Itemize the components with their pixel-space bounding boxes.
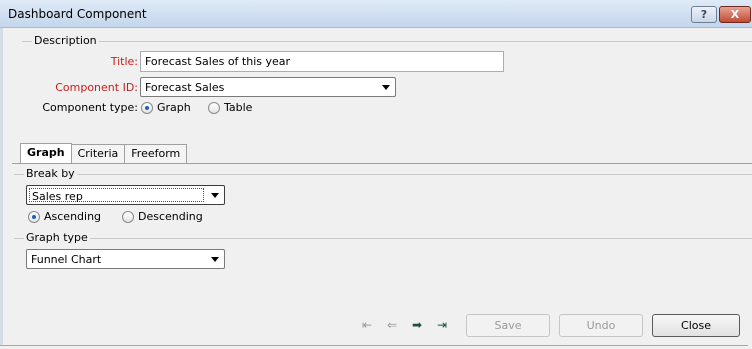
break-by-group-label: Break by — [24, 167, 77, 180]
break-by-group-rule — [14, 174, 752, 175]
break-by-value: Sales rep — [29, 188, 204, 203]
sort-ascending-label: Ascending — [44, 210, 102, 223]
window-bottom-border — [0, 345, 748, 346]
title-label: Title: — [110, 55, 138, 68]
title-bar: Dashboard Component ? X — [0, 0, 752, 28]
tab-panel-border — [12, 163, 752, 164]
break-by-select[interactable]: Sales rep — [26, 185, 225, 205]
title-input[interactable]: Forecast Sales of this year — [140, 51, 504, 72]
tab-criteria[interactable]: Criteria — [70, 144, 126, 163]
graph-type-value: Funnel Chart — [31, 253, 102, 266]
window-title: Dashboard Component — [8, 7, 147, 21]
component-id-value: Forecast Sales — [145, 81, 225, 94]
radio-unselected-icon — [208, 101, 220, 114]
component-type-table-label: Table — [224, 101, 253, 114]
first-record-icon[interactable]: ⇤ — [359, 318, 375, 332]
dashboard-component-dialog: Dashboard Component ? X Description Titl… — [0, 0, 752, 349]
graph-type-select[interactable]: Funnel Chart — [26, 249, 225, 269]
description-group-rule — [22, 41, 752, 42]
next-record-icon[interactable]: ➡ — [409, 318, 425, 332]
sort-descending-radio[interactable]: Descending — [122, 210, 203, 223]
graph-type-group-label: Graph type — [24, 231, 90, 244]
description-group-label: Description — [32, 34, 99, 47]
previous-record-icon[interactable]: ⇐ — [384, 318, 400, 332]
close-button[interactable]: Close — [652, 314, 740, 337]
graph-type-group-rule — [14, 238, 752, 239]
chevron-down-icon — [382, 85, 390, 90]
component-id-select[interactable]: Forecast Sales — [140, 77, 396, 97]
component-type-graph-label: Graph — [157, 101, 191, 114]
window-border — [0, 28, 3, 345]
chevron-down-icon — [211, 193, 219, 198]
save-button[interactable]: Save — [466, 314, 550, 337]
radio-unselected-icon — [122, 210, 134, 223]
window-close-button[interactable]: X — [719, 6, 751, 23]
tab-graph[interactable]: Graph — [20, 143, 72, 163]
component-id-label: Component ID: — [55, 81, 138, 94]
radio-selected-icon — [141, 101, 153, 114]
sort-descending-label: Descending — [138, 210, 203, 223]
tab-freeform[interactable]: Freeform — [124, 144, 188, 163]
component-type-label: Component type: — [42, 101, 138, 114]
tab-strip: Graph Criteria Freeform — [20, 143, 188, 163]
chevron-down-icon — [211, 257, 219, 262]
undo-button[interactable]: Undo — [559, 314, 643, 337]
component-type-table-radio[interactable]: Table — [208, 101, 252, 114]
sort-ascending-radio[interactable]: Ascending — [28, 210, 101, 223]
radio-selected-icon — [28, 210, 40, 223]
help-button[interactable]: ? — [691, 6, 717, 23]
last-record-icon[interactable]: ⇥ — [434, 318, 450, 332]
component-type-graph-radio[interactable]: Graph — [141, 101, 191, 114]
